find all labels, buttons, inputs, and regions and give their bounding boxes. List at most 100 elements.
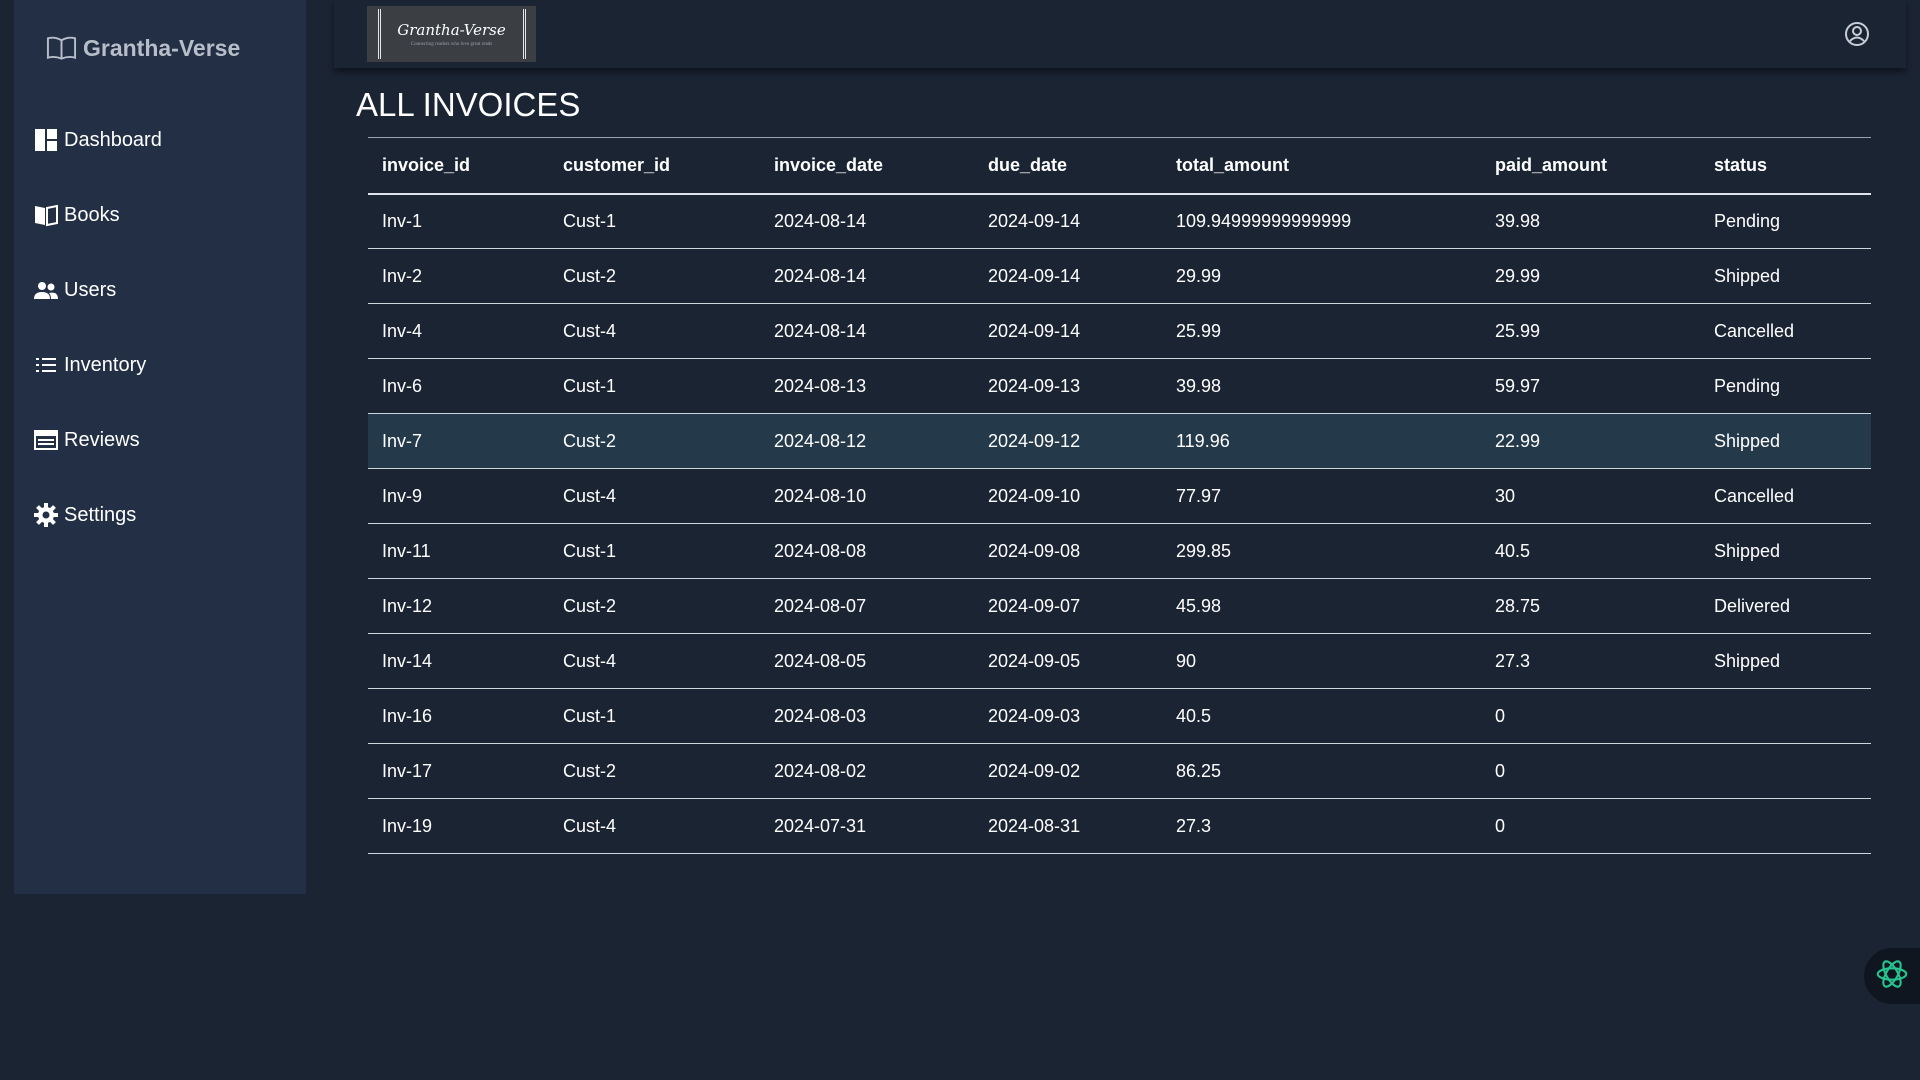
- column-header-invoice-id[interactable]: invoice_id: [368, 137, 549, 195]
- cell-status: Cancelled: [1700, 468, 1871, 524]
- column-header-due-date[interactable]: due_date: [974, 137, 1162, 195]
- cell-customer-id: Cust-2: [549, 413, 760, 469]
- ai-assistant-button[interactable]: [1864, 948, 1920, 1004]
- header-logo[interactable]: Grantha-Verse Connecting readers who lov…: [367, 6, 536, 62]
- cell-due-date: 2024-09-13: [974, 358, 1162, 414]
- cell-status: Shipped: [1700, 248, 1871, 304]
- cell-invoice-date: 2024-08-05: [760, 633, 974, 689]
- table-row[interactable]: Inv-17 Cust-2 2024-08-02 2024-09-02 86.2…: [368, 743, 1871, 799]
- cell-status: [1700, 688, 1871, 744]
- cell-status: Shipped: [1700, 523, 1871, 579]
- column-header-total-amount[interactable]: total_amount: [1162, 137, 1481, 195]
- dashboard-icon: [34, 128, 58, 152]
- cell-customer-id: Cust-4: [549, 633, 760, 689]
- cell-total-amount: 27.3: [1162, 798, 1481, 854]
- column-header-paid-amount[interactable]: paid_amount: [1481, 137, 1700, 195]
- cell-customer-id: Cust-1: [549, 688, 760, 744]
- cell-due-date: 2024-09-05: [974, 633, 1162, 689]
- gear-icon: [34, 503, 58, 527]
- table-header-row: invoice_id customer_id invoice_date due_…: [368, 137, 1871, 195]
- cell-paid-amount: 28.75: [1481, 578, 1700, 634]
- cell-invoice-date: 2024-08-14: [760, 193, 974, 249]
- book-icon: [34, 203, 58, 227]
- cell-paid-amount: 30: [1481, 468, 1700, 524]
- cell-paid-amount: 40.5: [1481, 523, 1700, 579]
- cell-paid-amount: 29.99: [1481, 248, 1700, 304]
- sidebar-item-inventory[interactable]: Inventory: [34, 343, 294, 387]
- cell-paid-amount: 39.98: [1481, 193, 1700, 249]
- sidebar-item-label: Dashboard: [64, 128, 162, 151]
- cell-due-date: 2024-09-14: [974, 193, 1162, 249]
- cell-invoice-id: Inv-6: [368, 358, 549, 414]
- invoices-table-body: Inv-1 Cust-1 2024-08-14 2024-09-14 109.9…: [368, 193, 1871, 854]
- cell-paid-amount: 59.97: [1481, 358, 1700, 414]
- sidebar-nav: Dashboard Books Users Inventory Reviews …: [34, 118, 294, 568]
- cell-invoice-id: Inv-17: [368, 743, 549, 799]
- cell-total-amount: 29.99: [1162, 248, 1481, 304]
- cell-paid-amount: 22.99: [1481, 413, 1700, 469]
- table-row[interactable]: Inv-2 Cust-2 2024-08-14 2024-09-14 29.99…: [368, 248, 1871, 304]
- sidebar-item-dashboard[interactable]: Dashboard: [34, 118, 294, 162]
- reviews-icon: [34, 428, 58, 452]
- cell-due-date: 2024-09-12: [974, 413, 1162, 469]
- cell-invoice-id: Inv-7: [368, 413, 549, 469]
- logo-frame: Grantha-Verse Connecting readers who lov…: [377, 9, 526, 59]
- cell-invoice-id: Inv-11: [368, 523, 549, 579]
- cell-due-date: 2024-09-08: [974, 523, 1162, 579]
- user-circle-icon[interactable]: [1844, 21, 1870, 47]
- cell-paid-amount: 25.99: [1481, 303, 1700, 359]
- cell-invoice-date: 2024-08-08: [760, 523, 974, 579]
- cell-total-amount: 40.5: [1162, 688, 1481, 744]
- cell-status: Shipped: [1700, 413, 1871, 469]
- cell-invoice-date: 2024-08-10: [760, 468, 974, 524]
- cell-invoice-date: 2024-08-14: [760, 303, 974, 359]
- cell-customer-id: Cust-4: [549, 468, 760, 524]
- cell-status: Shipped: [1700, 633, 1871, 689]
- table-row[interactable]: Inv-19 Cust-4 2024-07-31 2024-08-31 27.3…: [368, 798, 1871, 854]
- table-row[interactable]: Inv-11 Cust-1 2024-08-08 2024-09-08 299.…: [368, 523, 1871, 579]
- list-icon: [34, 353, 58, 377]
- cell-invoice-id: Inv-4: [368, 303, 549, 359]
- top-bar: Grantha-Verse Connecting readers who lov…: [334, 0, 1906, 68]
- cell-customer-id: Cust-1: [549, 358, 760, 414]
- cell-total-amount: 109.94999999999999: [1162, 193, 1481, 249]
- cell-status: Cancelled: [1700, 303, 1871, 359]
- sidebar-item-label: Books: [64, 203, 120, 226]
- column-header-status[interactable]: status: [1700, 137, 1871, 195]
- cell-invoice-id: Inv-16: [368, 688, 549, 744]
- sidebar-item-reviews[interactable]: Reviews: [34, 418, 294, 462]
- table-row[interactable]: Inv-9 Cust-4 2024-08-10 2024-09-10 77.97…: [368, 468, 1871, 524]
- logo-tagline: Connecting readers who love great reads: [410, 42, 493, 47]
- cell-customer-id: Cust-4: [549, 798, 760, 854]
- table-row[interactable]: Inv-4 Cust-4 2024-08-14 2024-09-14 25.99…: [368, 303, 1871, 359]
- cell-total-amount: 90: [1162, 633, 1481, 689]
- cell-customer-id: Cust-2: [549, 578, 760, 634]
- cell-invoice-date: 2024-08-14: [760, 248, 974, 304]
- column-header-customer-id[interactable]: customer_id: [549, 137, 760, 195]
- cell-due-date: 2024-09-14: [974, 303, 1162, 359]
- sidebar-item-users[interactable]: Users: [34, 268, 294, 312]
- column-header-invoice-date[interactable]: invoice_date: [760, 137, 974, 195]
- sidebar-item-books[interactable]: Books: [34, 193, 294, 237]
- sidebar-item-label: Reviews: [64, 428, 140, 451]
- cell-invoice-id: Inv-12: [368, 578, 549, 634]
- cell-total-amount: 25.99: [1162, 303, 1481, 359]
- table-row[interactable]: Inv-1 Cust-1 2024-08-14 2024-09-14 109.9…: [368, 193, 1871, 249]
- cell-paid-amount: 0: [1481, 798, 1700, 854]
- table-row-highlighted[interactable]: Inv-7 Cust-2 2024-08-12 2024-09-12 119.9…: [368, 413, 1871, 469]
- table-row[interactable]: Inv-16 Cust-1 2024-08-03 2024-09-03 40.5…: [368, 688, 1871, 744]
- sidebar-item-label: Settings: [64, 503, 137, 526]
- brand[interactable]: Grantha-Verse: [46, 34, 240, 62]
- cell-customer-id: Cust-1: [549, 193, 760, 249]
- cell-invoice-id: Inv-14: [368, 633, 549, 689]
- table-row[interactable]: Inv-12 Cust-2 2024-08-07 2024-09-07 45.9…: [368, 578, 1871, 634]
- table-row[interactable]: Inv-6 Cust-1 2024-08-13 2024-09-13 39.98…: [368, 358, 1871, 414]
- invoices-table-container: invoice_id customer_id invoice_date due_…: [368, 137, 1871, 854]
- table-row[interactable]: Inv-14 Cust-4 2024-08-05 2024-09-05 90 2…: [368, 633, 1871, 689]
- cell-invoice-id: Inv-19: [368, 798, 549, 854]
- cell-invoice-id: Inv-2: [368, 248, 549, 304]
- cell-invoice-id: Inv-1: [368, 193, 549, 249]
- sidebar-item-settings[interactable]: Settings: [34, 493, 294, 537]
- page-title: ALL INVOICES: [356, 86, 581, 123]
- cell-paid-amount: 0: [1481, 743, 1700, 799]
